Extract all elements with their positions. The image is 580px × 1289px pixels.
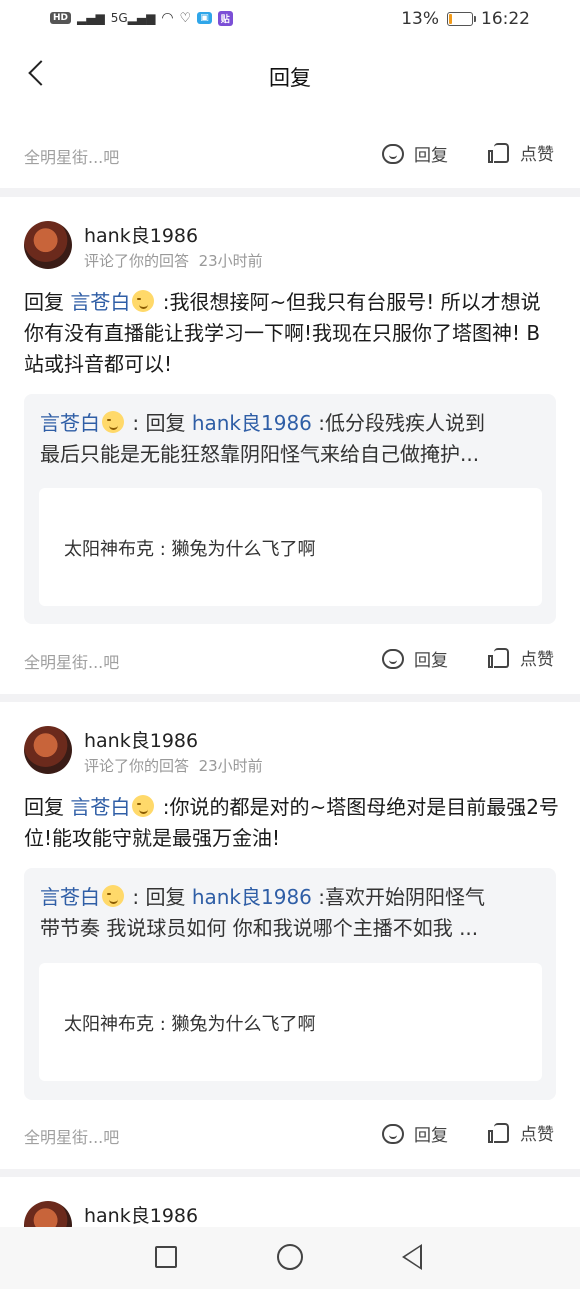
- quoted-comment[interactable]: 言苍白 : 回复 hank良1986 :低分段残疾人说到 最后只能是无能狂怒靠阴…: [24, 394, 556, 624]
- smile-emoji-icon: [132, 795, 155, 817]
- quote-target[interactable]: hank良1986: [192, 411, 312, 435]
- meta-time: 23小时前: [198, 252, 263, 270]
- thumbs-up-icon: [488, 1122, 510, 1144]
- smile-emoji-icon: [102, 411, 124, 433]
- quote-sep: : 回复: [126, 885, 192, 909]
- reply-card-partial: 全明星街...吧 回复 点赞: [0, 108, 580, 188]
- reply-label: 回复: [414, 651, 448, 671]
- recent-apps-button[interactable]: [155, 1246, 177, 1268]
- reply-label: 回复: [414, 1126, 448, 1146]
- reply-prefix: 回复: [24, 290, 64, 314]
- mention-link[interactable]: 言苍白: [70, 795, 130, 819]
- forum-source[interactable]: 全明星街...吧: [24, 144, 119, 168]
- status-bar: HD ▂▄▆ 5G▂▄▆ ◠ ♡ ▣ 贴 13% 16:22: [0, 0, 580, 40]
- meta-action: 评论了你的回答: [84, 252, 190, 270]
- heart-pulse-icon: ♡: [179, 10, 192, 26]
- comment-icon: [382, 1123, 404, 1144]
- signal-icon: ▂▄▆: [77, 11, 105, 25]
- original-comment-text: 太阳神布克 : 獭兔为什么飞了啊: [64, 539, 316, 560]
- reply-card[interactable]: hank良1986 评论了你的回答 23小时前 回复 言苍白 :你说的都是对的~…: [0, 702, 580, 1169]
- battery-icon: [447, 12, 476, 26]
- quoted-comment[interactable]: 言苍白 : 回复 hank良1986 :喜欢开始阴阳怪气 带节奏 我说球员如何 …: [24, 868, 556, 1100]
- wifi-icon: ◠: [161, 10, 174, 26]
- reply-button[interactable]: 回复: [382, 1121, 448, 1146]
- mention-link[interactable]: 言苍白: [70, 290, 130, 314]
- hd-icon: HD: [50, 12, 72, 24]
- app-book-icon: ▣: [197, 12, 212, 24]
- forum-source[interactable]: 全明星街...吧: [24, 649, 119, 673]
- comment-text: 回复 言苍白 :我很想接阿~但我只有台服号! 所以才想说你有没有直播能让我学习一…: [24, 287, 559, 380]
- quote-line1: :低分段残疾人说到: [311, 411, 486, 435]
- home-button[interactable]: [277, 1244, 303, 1270]
- comment-icon: [382, 143, 404, 164]
- quote-line2: 最后只能是无能狂怒靠阴阳怪气来给自己做掩护...: [40, 442, 480, 466]
- avatar[interactable]: [24, 1201, 72, 1227]
- battery-percent: 13%: [401, 9, 439, 29]
- app-header: 回复: [0, 40, 580, 108]
- like-button[interactable]: 点赞: [488, 140, 554, 165]
- battery-fill: [449, 14, 452, 24]
- 5g-signal-icon: 5G▂▄▆: [110, 11, 156, 25]
- quote-author[interactable]: 言苍白: [40, 885, 100, 909]
- like-button[interactable]: 点赞: [488, 645, 554, 670]
- comment-text: 回复 言苍白 :你说的都是对的~塔图母绝对是目前最强2号位!能攻能守就是最强万金…: [24, 792, 559, 854]
- smile-emoji-icon: [102, 885, 124, 907]
- quote-text: 言苍白 : 回复 hank良1986 :低分段残疾人说到 最后只能是无能狂怒靠阴…: [40, 408, 540, 470]
- reply-card[interactable]: hank良1986 评论了你的回答 23小时前 回复 言苍白 :我很想接阿~但我…: [0, 197, 580, 694]
- original-comment[interactable]: 太阳神布克 : 獭兔为什么飞了啊: [39, 488, 542, 606]
- quote-target[interactable]: hank良1986: [192, 885, 312, 909]
- app-tieba-icon: 贴: [217, 10, 233, 26]
- quote-author[interactable]: 言苍白: [40, 411, 100, 435]
- system-back-button[interactable]: [402, 1244, 422, 1270]
- avatar[interactable]: [24, 726, 72, 774]
- original-comment[interactable]: 太阳神布克 : 獭兔为什么飞了啊: [39, 963, 542, 1081]
- username[interactable]: hank良1986: [84, 221, 198, 248]
- quote-line1: :喜欢开始阴阳怪气: [311, 885, 486, 909]
- username[interactable]: hank良1986: [84, 726, 198, 753]
- meta-action: 评论了你的回答: [84, 757, 190, 775]
- reply-button[interactable]: 回复: [382, 646, 448, 671]
- status-icons: HD ▂▄▆ 5G▂▄▆ ◠ ♡ ▣ 贴: [50, 10, 233, 26]
- comment-meta: 评论了你的回答 23小时前: [84, 755, 263, 776]
- page-title: 回复: [269, 66, 311, 90]
- system-nav-bar: [0, 1227, 580, 1289]
- thumbs-up-icon: [488, 142, 510, 164]
- username[interactable]: hank良1986: [84, 1201, 198, 1227]
- original-comment-text: 太阳神布克 : 獭兔为什么飞了啊: [64, 1014, 316, 1035]
- like-label: 点赞: [520, 1125, 554, 1145]
- forum-source[interactable]: 全明星街...吧: [24, 1124, 119, 1148]
- thumbs-up-icon: [488, 647, 510, 669]
- clock: 16:22: [481, 9, 530, 29]
- meta-time: 23小时前: [198, 757, 263, 775]
- avatar[interactable]: [24, 221, 72, 269]
- like-label: 点赞: [520, 650, 554, 670]
- reply-button[interactable]: 回复: [382, 141, 448, 166]
- reply-label: 回复: [414, 146, 448, 166]
- quote-text: 言苍白 : 回复 hank良1986 :喜欢开始阴阳怪气 带节奏 我说球员如何 …: [40, 882, 540, 944]
- like-button[interactable]: 点赞: [488, 1120, 554, 1145]
- smile-emoji-icon: [132, 290, 155, 312]
- reply-prefix: 回复: [24, 795, 64, 819]
- reply-card-partial[interactable]: hank良1986: [0, 1177, 580, 1227]
- comment-icon: [382, 648, 404, 669]
- comment-meta: 评论了你的回答 23小时前: [84, 250, 263, 271]
- quote-line2: 带节奏 我说球员如何 你和我说哪个主播不如我 ...: [40, 916, 479, 940]
- quote-sep: : 回复: [126, 411, 192, 435]
- like-label: 点赞: [520, 145, 554, 165]
